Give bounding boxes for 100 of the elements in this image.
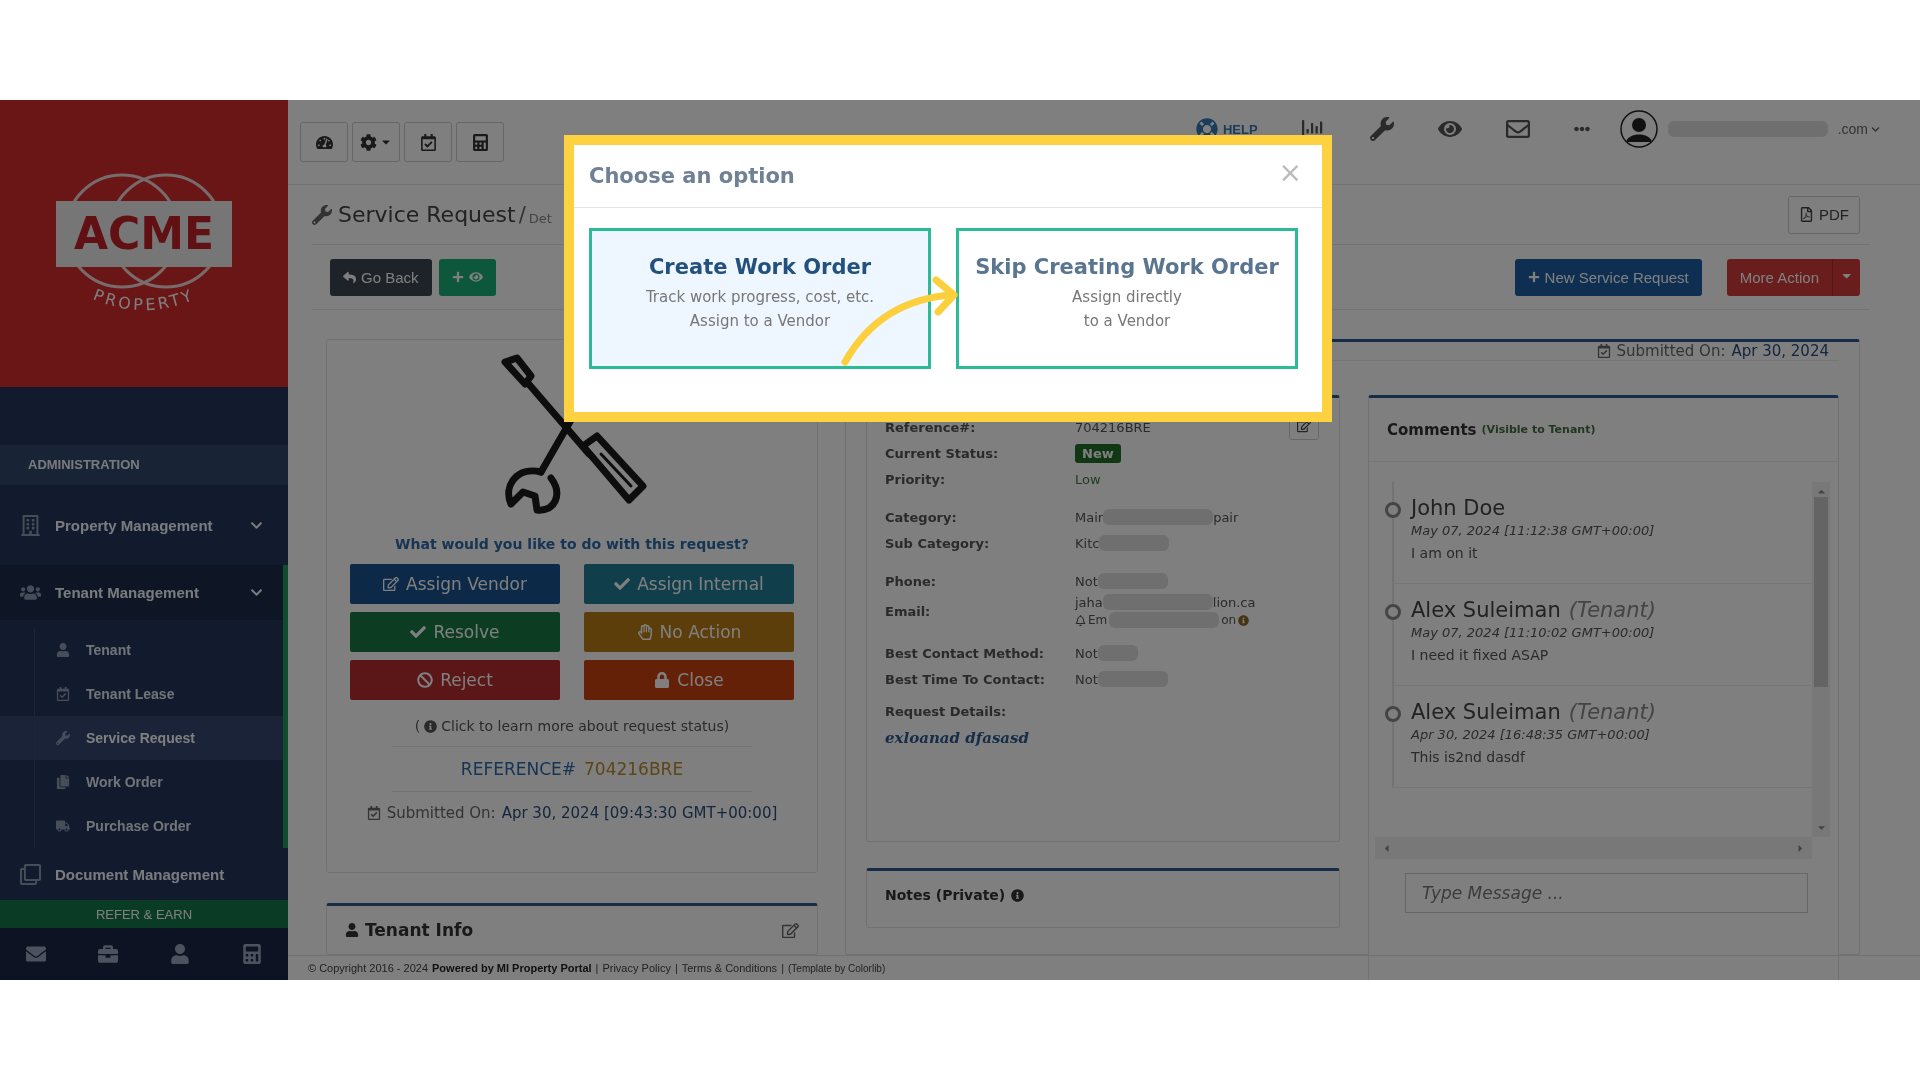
request-details-text: exloanad dfasasd bbox=[885, 729, 1030, 747]
check-icon bbox=[614, 576, 631, 592]
building-icon bbox=[20, 514, 41, 536]
pdf-button[interactable]: PDF bbox=[1788, 195, 1860, 234]
card-title: Comments bbox=[1387, 420, 1477, 439]
field-value: 704216BRE bbox=[1075, 419, 1151, 435]
comment-time: Apr 30, 2024 [16:48:35 GMT+00:00] bbox=[1411, 727, 1651, 742]
timeline-dot bbox=[1385, 502, 1401, 518]
envelope-icon[interactable] bbox=[26, 944, 46, 964]
add-view-button[interactable] bbox=[438, 258, 496, 296]
footer-link[interactable]: Terms & Conditions bbox=[681, 962, 778, 974]
submitted-date: Apr 30, 2024 bbox=[1731, 342, 1829, 360]
calculator-button[interactable] bbox=[456, 122, 504, 162]
sidebar-item[interactable]: Document Management bbox=[0, 848, 288, 900]
user-icon[interactable] bbox=[170, 944, 190, 964]
field-value: Not bbox=[1075, 671, 1098, 687]
footer-link[interactable]: Privacy Policy bbox=[602, 962, 671, 974]
reply-icon bbox=[343, 270, 356, 284]
sidebar-section-title: ADMINISTRATION bbox=[0, 445, 288, 485]
comment-text: This is2nd dasdf bbox=[1411, 749, 1527, 765]
new-service-request-button[interactable]: New Service Request bbox=[1514, 258, 1702, 296]
gauge-icon bbox=[315, 133, 333, 151]
footer-separator: | bbox=[674, 962, 678, 974]
truck-icon bbox=[56, 819, 70, 833]
submitted-label: Submitted On: bbox=[386, 804, 496, 822]
calculator-icon[interactable] bbox=[242, 944, 262, 964]
documents-icon bbox=[56, 775, 70, 789]
field-label: Category: bbox=[885, 509, 958, 525]
pdf-icon bbox=[1799, 207, 1814, 222]
close-button[interactable]: × bbox=[1274, 155, 1306, 189]
comment-author: Alex Suleiman bbox=[1411, 598, 1561, 622]
notification-text: Em bbox=[1088, 613, 1108, 627]
message-input[interactable]: Type Message ... bbox=[1405, 873, 1808, 913]
info-icon bbox=[1011, 888, 1025, 902]
field-label: Request Details: bbox=[885, 704, 1008, 719]
calendar-icon bbox=[366, 806, 381, 820]
powered-by-text: Powered by MI Property Portal bbox=[432, 962, 592, 974]
breadcrumb[interactable]: Det bbox=[528, 211, 552, 226]
user-menu[interactable]: .com bbox=[1837, 121, 1880, 137]
briefcase-icon[interactable] bbox=[98, 944, 118, 964]
status-help-link[interactable]: ( Click to learn more about request status) bbox=[414, 718, 730, 734]
sidebar-subitem[interactable]: Purchase Order bbox=[0, 804, 283, 848]
comment-time: May 07, 2024 [11:12:38 GMT+00:00] bbox=[1411, 523, 1655, 538]
submitted-label: Submitted On: bbox=[1616, 342, 1726, 360]
sidebar-subitem[interactable]: Tenant bbox=[0, 628, 283, 672]
field-value: Not bbox=[1075, 573, 1098, 589]
calendar-icon bbox=[419, 133, 437, 151]
card-title: Notes (Private) bbox=[885, 887, 1006, 903]
option-card[interactable]: Skip Creating Work Order Assign directly to a Vendor bbox=[956, 228, 1298, 369]
hand-icon bbox=[636, 624, 653, 640]
bell-icon bbox=[1075, 614, 1086, 626]
action-button[interactable]: Reject bbox=[350, 660, 560, 700]
footer-separator: | bbox=[595, 962, 599, 974]
info-icon bbox=[424, 719, 438, 733]
sidebar-subitem[interactable]: Work Order bbox=[0, 760, 283, 804]
more-action-button[interactable]: More Action bbox=[1726, 258, 1832, 296]
action-button[interactable]: Close bbox=[584, 660, 794, 700]
action-button[interactable]: Assign Vendor bbox=[350, 564, 560, 604]
comment-author: Alex Suleiman bbox=[1411, 700, 1561, 724]
chevron-icon bbox=[250, 586, 263, 599]
field-label: Email: bbox=[885, 603, 932, 619]
edit-icon bbox=[383, 576, 400, 592]
submitted-date: Apr 30, 2024 [09:43:30 GMT+00:00] bbox=[501, 804, 778, 822]
field-value: lion.ca bbox=[1212, 594, 1256, 610]
edit-icon[interactable] bbox=[782, 921, 799, 939]
settings-button[interactable] bbox=[352, 122, 400, 162]
sidebar-item[interactable]: Tenant Management bbox=[0, 565, 288, 620]
option-card[interactable]: Create Work Order Track work progress, cost, etc. Assign to a Vendor bbox=[589, 228, 931, 369]
field-label: Phone: bbox=[885, 573, 937, 589]
reference-number: 704216BRE bbox=[584, 759, 684, 779]
sidebar-item[interactable]: Property Management bbox=[0, 495, 288, 555]
template-credit: (Template by Colorlib) bbox=[788, 962, 886, 974]
wrench-icon[interactable] bbox=[1369, 117, 1394, 141]
status-badge: New bbox=[1075, 443, 1121, 463]
vertical-scrollbar[interactable] bbox=[1812, 482, 1830, 837]
sidebar-subitem[interactable]: Service Request bbox=[0, 716, 283, 760]
comment-role: (Tenant) bbox=[1568, 700, 1656, 724]
users-icon bbox=[20, 582, 41, 603]
user-icon bbox=[345, 923, 359, 937]
horizontal-scrollbar[interactable] bbox=[1375, 837, 1812, 859]
go-back-button[interactable]: Go Back bbox=[330, 258, 432, 296]
action-button[interactable]: Assign Internal bbox=[584, 564, 794, 604]
plus-icon bbox=[1527, 271, 1540, 283]
logo-text: ACME bbox=[56, 200, 232, 267]
dropdown-button[interactable] bbox=[1832, 258, 1860, 296]
action-button[interactable]: Resolve bbox=[350, 612, 560, 652]
calendar-button[interactable] bbox=[404, 122, 452, 162]
dashboard-button[interactable] bbox=[300, 122, 348, 162]
avatar-icon[interactable] bbox=[1619, 110, 1658, 148]
refer-earn-banner[interactable]: REFER & EARN bbox=[0, 900, 288, 928]
envelope-icon[interactable] bbox=[1505, 117, 1530, 141]
calendar-icon bbox=[1596, 344, 1611, 358]
plus-icon bbox=[451, 271, 464, 283]
breadcrumb-separator: / bbox=[518, 202, 526, 227]
field-label: Best Contact Method: bbox=[885, 645, 1046, 661]
sidebar-subitem[interactable]: Tenant Lease bbox=[0, 672, 283, 716]
chevron-icon bbox=[1871, 124, 1880, 134]
action-button[interactable]: No Action bbox=[584, 612, 794, 652]
field-label: Sub Category: bbox=[885, 535, 991, 551]
field-label: Reference#: bbox=[885, 419, 977, 435]
